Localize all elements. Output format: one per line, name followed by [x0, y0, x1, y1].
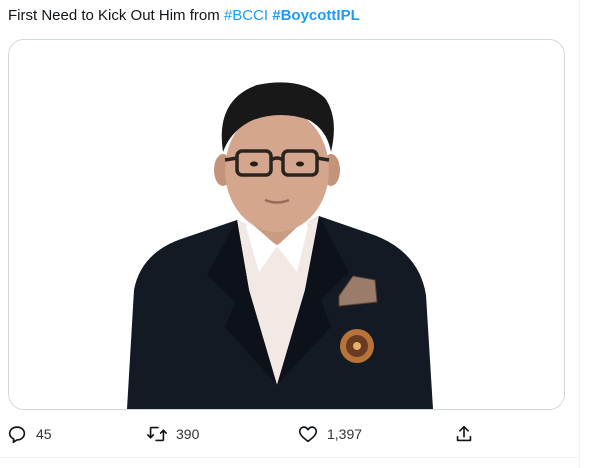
retweet-icon [146, 423, 168, 445]
retweet-count: 390 [176, 426, 200, 442]
tweet-body: First Need to Kick Out Him from [8, 7, 224, 24]
reply-icon [6, 423, 28, 445]
tweet-action-bar: 45 390 1,397 [0, 420, 580, 448]
like-count: 1,397 [327, 426, 363, 442]
like-button[interactable]: 1,397 [297, 420, 362, 448]
tweet-divider [0, 457, 580, 458]
reply-count: 45 [36, 426, 52, 442]
heart-icon [297, 423, 319, 445]
hashtag-bcci[interactable]: #BCCI [224, 7, 268, 24]
tweet-media[interactable] [8, 39, 565, 410]
timeline-divider [579, 0, 580, 468]
reply-button[interactable]: 45 [6, 420, 52, 448]
share-icon [453, 423, 475, 445]
share-button[interactable] [453, 420, 475, 448]
tweet-text: First Need to Kick Out Him from #BCCI #B… [8, 6, 568, 26]
hashtag-boycottipl[interactable]: #BoycottIPL [272, 7, 360, 24]
retweet-button[interactable]: 390 [146, 420, 199, 448]
tweet-photo [9, 40, 564, 409]
